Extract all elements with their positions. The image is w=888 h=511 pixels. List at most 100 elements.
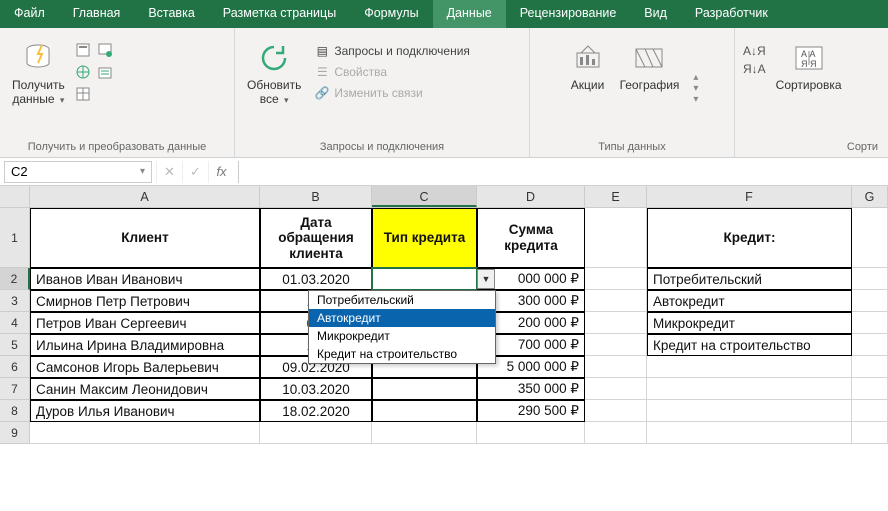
- from-web-icon[interactable]: [75, 64, 91, 83]
- menu-view[interactable]: Вид: [630, 0, 681, 28]
- dropdown-item[interactable]: Потребительский: [309, 291, 495, 309]
- cell-B2[interactable]: 01.03.2020: [260, 268, 372, 290]
- header-credit-type[interactable]: Тип кредита: [372, 208, 477, 268]
- cell-G3[interactable]: [852, 290, 888, 312]
- cell-E6[interactable]: [585, 356, 647, 378]
- cell-B7[interactable]: 10.03.2020: [260, 378, 372, 400]
- cell-G1[interactable]: [852, 208, 888, 268]
- edit-links-button[interactable]: 🔗Изменить связи: [311, 84, 473, 102]
- row-header-5[interactable]: 5: [0, 334, 30, 356]
- cancel-formula-button[interactable]: ✕: [156, 161, 182, 183]
- col-header-C[interactable]: C: [372, 186, 477, 207]
- stocks-button[interactable]: Акции: [566, 38, 610, 94]
- cell-E4[interactable]: [585, 312, 647, 334]
- cell-B8[interactable]: 18.02.2020: [260, 400, 372, 422]
- row-header-8[interactable]: 8: [0, 400, 30, 422]
- cell-C7[interactable]: [372, 378, 477, 400]
- col-header-E[interactable]: E: [585, 186, 647, 207]
- name-box[interactable]: C2▾: [4, 161, 152, 183]
- col-header-A[interactable]: A: [30, 186, 260, 207]
- cell-F8[interactable]: [647, 400, 852, 422]
- header-request-date[interactable]: Дата обращения клиента: [260, 208, 372, 268]
- dropdown-item[interactable]: Кредит на строительство: [309, 345, 495, 363]
- cell-A2[interactable]: Иванов Иван Иванович: [30, 268, 260, 290]
- dropdown-item[interactable]: Автокредит: [309, 309, 495, 327]
- cell-G4[interactable]: [852, 312, 888, 334]
- sort-asc-icon[interactable]: А↓Я: [743, 44, 766, 58]
- cell-F9[interactable]: [647, 422, 852, 444]
- menu-file[interactable]: Файл: [0, 0, 59, 28]
- col-header-D[interactable]: D: [477, 186, 585, 207]
- cell-F4[interactable]: Микрокредит: [647, 312, 852, 334]
- cell-E3[interactable]: [585, 290, 647, 312]
- from-table-icon[interactable]: [75, 86, 91, 105]
- row-header-3[interactable]: 3: [0, 290, 30, 312]
- menu-developer[interactable]: Разработчик: [681, 0, 782, 28]
- cell-C8[interactable]: [372, 400, 477, 422]
- cell-F3[interactable]: Автокредит: [647, 290, 852, 312]
- cell-F6[interactable]: [647, 356, 852, 378]
- cell-A9[interactable]: [30, 422, 260, 444]
- cell-D7[interactable]: 350 000 ₽: [477, 378, 585, 400]
- cell-C2[interactable]: [372, 268, 477, 290]
- menu-pagelayout[interactable]: Разметка страницы: [209, 0, 350, 28]
- cell-D8[interactable]: 290 500 ₽: [477, 400, 585, 422]
- header-credit-list[interactable]: Кредит:: [647, 208, 852, 268]
- accept-formula-button[interactable]: ✓: [182, 161, 208, 183]
- cell-A5[interactable]: Ильина Ирина Владимировна: [30, 334, 260, 356]
- from-text-icon[interactable]: [75, 42, 91, 61]
- existing-conn-icon[interactable]: [97, 64, 113, 83]
- sort-button[interactable]: А АЯ Я Сортировка: [772, 38, 846, 94]
- row-header-7[interactable]: 7: [0, 378, 30, 400]
- data-validation-dropdown-button[interactable]: ▼: [477, 269, 495, 289]
- cell-G8[interactable]: [852, 400, 888, 422]
- menu-data[interactable]: Данные: [433, 0, 506, 28]
- header-client[interactable]: Клиент: [30, 208, 260, 268]
- row-header-2[interactable]: 2: [0, 268, 30, 290]
- menu-formulas[interactable]: Формулы: [350, 0, 432, 28]
- sort-desc-icon[interactable]: Я↓А: [743, 62, 766, 76]
- cell-G6[interactable]: [852, 356, 888, 378]
- cell-A4[interactable]: Петров Иван Сергеевич: [30, 312, 260, 334]
- col-header-B[interactable]: B: [260, 186, 372, 207]
- fx-button[interactable]: fx: [208, 161, 234, 183]
- formula-input[interactable]: [238, 161, 888, 183]
- header-credit-amount[interactable]: Сумма кредита: [477, 208, 585, 268]
- cell-C9[interactable]: [372, 422, 477, 444]
- col-header-G[interactable]: G: [852, 186, 888, 207]
- refresh-all-button[interactable]: Обновить все: [243, 38, 305, 108]
- cell-B9[interactable]: [260, 422, 372, 444]
- cell-D9[interactable]: [477, 422, 585, 444]
- recent-sources-icon[interactable]: [97, 42, 113, 61]
- cell-F5[interactable]: Кредит на строительство: [647, 334, 852, 356]
- cell-A6[interactable]: Самсонов Игорь Валерьевич: [30, 356, 260, 378]
- cell-E8[interactable]: [585, 400, 647, 422]
- cell-G2[interactable]: [852, 268, 888, 290]
- menu-insert[interactable]: Вставка: [134, 0, 208, 28]
- properties-button[interactable]: ☰Свойства: [311, 63, 473, 81]
- row-header-4[interactable]: 4: [0, 312, 30, 334]
- select-all-corner[interactable]: [0, 186, 30, 207]
- cell-G7[interactable]: [852, 378, 888, 400]
- cell-F2[interactable]: Потребительский: [647, 268, 852, 290]
- cell-E5[interactable]: [585, 334, 647, 356]
- cell-E7[interactable]: [585, 378, 647, 400]
- cell-E1[interactable]: [585, 208, 647, 268]
- cell-G9[interactable]: [852, 422, 888, 444]
- cell-A3[interactable]: Смирнов Петр Петрович: [30, 290, 260, 312]
- menu-home[interactable]: Главная: [59, 0, 135, 28]
- cell-E9[interactable]: [585, 422, 647, 444]
- row-header-1[interactable]: 1: [0, 208, 30, 268]
- menu-review[interactable]: Рецензирование: [506, 0, 631, 28]
- get-data-button[interactable]: Получить данные: [8, 38, 69, 108]
- cell-A7[interactable]: Санин Максим Леонидович: [30, 378, 260, 400]
- cell-G5[interactable]: [852, 334, 888, 356]
- cell-A8[interactable]: Дуров Илья Иванович: [30, 400, 260, 422]
- row-header-6[interactable]: 6: [0, 356, 30, 378]
- cell-F7[interactable]: [647, 378, 852, 400]
- geography-button[interactable]: География: [616, 38, 684, 94]
- row-header-9[interactable]: 9: [0, 422, 30, 444]
- gallery-scroll[interactable]: ▴▾▾: [693, 72, 698, 105]
- dropdown-item[interactable]: Микрокредит: [309, 327, 495, 345]
- col-header-F[interactable]: F: [647, 186, 852, 207]
